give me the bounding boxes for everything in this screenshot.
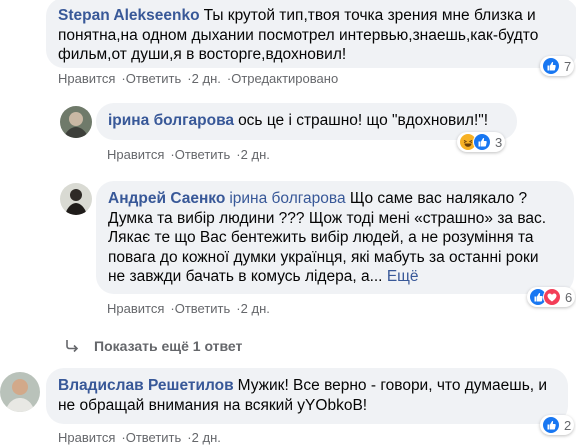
reaction-count: 7 [564, 58, 572, 74]
reaction-summary[interactable]: 2 [540, 415, 575, 435]
avatar[interactable] [0, 372, 40, 412]
comment-bubble: Андрей Саенко ірина болгарова Що саме вас… [96, 181, 574, 294]
show-more-replies[interactable]: Показать ещё 1 ответ [64, 338, 242, 354]
reaction-count: 6 [565, 289, 573, 305]
comment-actions: Нравится ·Ответить ·2 дн. [107, 301, 270, 316]
comment-bubble: Владислав Решетилов Мужик! Все верно - го… [46, 368, 568, 424]
reply-action[interactable]: Ответить [126, 71, 182, 86]
see-more-link[interactable]: Ещё [387, 268, 419, 285]
reaction-summary[interactable]: 7 [540, 56, 575, 76]
like-icon [473, 133, 491, 151]
comment-text-line: Лякає те що Вас бентежить вибір людей, а… [108, 229, 534, 246]
comment-author[interactable]: Владислав Решетилов [58, 377, 234, 394]
reaction-summary[interactable]: 3 [457, 132, 506, 152]
reply-arrow-icon [64, 339, 80, 353]
comment-bubble: Stepan Alekseenko Ты крутой тип,твоя точк… [46, 0, 576, 68]
edited-label: Отредактировано [231, 71, 339, 86]
reply-action[interactable]: Ответить [126, 430, 182, 445]
like-action[interactable]: Нравится [107, 301, 164, 316]
comment-bubble: ірина болгарова ось це і страшно! що "вдо… [96, 103, 517, 140]
comment-actions: Нравится ·Ответить ·2 дн. [58, 430, 221, 445]
show-more-replies-label[interactable]: Показать ещё 1 ответ [94, 338, 242, 354]
comment-text-line: Що саме вас налякало ? [349, 190, 528, 207]
comment-author[interactable]: Stepan Alekseenko [58, 7, 200, 24]
like-icon [542, 416, 560, 434]
comment-actions: Нравится ·Ответить ·2 дн. [107, 147, 270, 162]
comment-text-line: Думка та вибір людини ??? Щож тоді мені … [108, 209, 547, 227]
comment-actions: Нравится ·Ответить ·2 дн. ·Отредактировано [58, 71, 339, 86]
avatar[interactable] [60, 106, 92, 138]
reaction-count: 2 [564, 417, 572, 433]
reaction-summary[interactable]: 6 [527, 287, 576, 307]
like-icon [542, 57, 560, 75]
reply-action[interactable]: Ответить [175, 147, 231, 162]
avatar[interactable] [60, 183, 92, 215]
like-action[interactable]: Нравится [107, 147, 164, 162]
timestamp[interactable]: 2 дн. [192, 430, 221, 445]
timestamp[interactable]: 2 дн. [241, 147, 270, 162]
reply-action[interactable]: Ответить [175, 301, 231, 316]
comment-text: ось це і страшно! що "вдохновил!"! [238, 112, 489, 129]
comment-author[interactable]: Андрей Саенко [108, 190, 225, 207]
like-action[interactable]: Нравится [58, 430, 115, 445]
reaction-count: 3 [495, 134, 503, 150]
comment-text-line: не завжди бачать в комусь лідера, а... [108, 268, 383, 285]
comment-author[interactable]: ірина болгарова [108, 112, 234, 129]
timestamp[interactable]: 2 дн. [241, 301, 270, 316]
comment-text-line: повага до кожної думки українця, які маб… [108, 248, 539, 266]
like-action[interactable]: Нравится [58, 71, 115, 86]
mention-link[interactable]: ірина болгарова [229, 190, 345, 207]
heart-icon [543, 288, 561, 306]
timestamp[interactable]: 2 дн. [192, 71, 221, 86]
